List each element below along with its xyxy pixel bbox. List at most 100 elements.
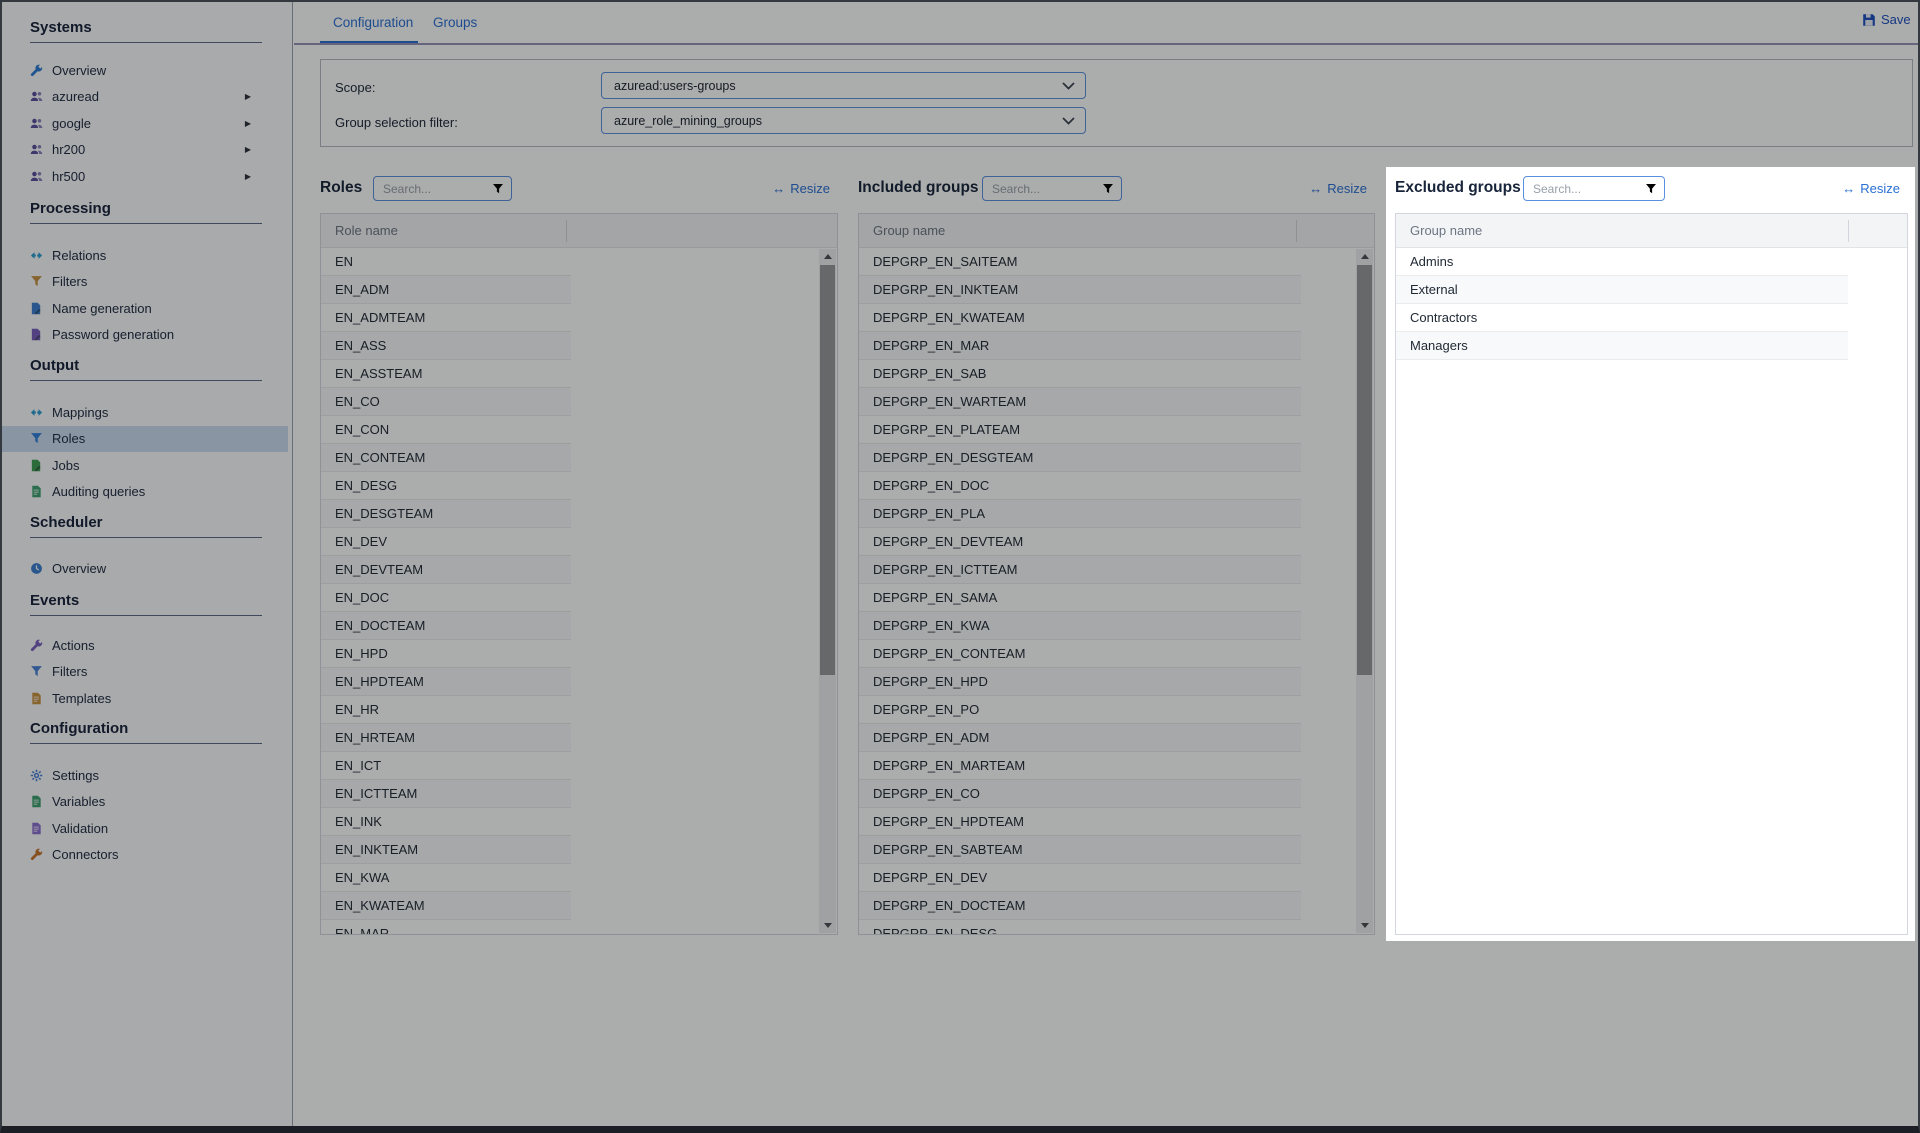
table-row[interactable]: DEPGRP_EN_CONTEAM: [859, 640, 1301, 668]
table-row[interactable]: EN_ICT: [321, 752, 571, 780]
table-row[interactable]: EN_CON: [321, 416, 571, 444]
filter-funnel-icon[interactable]: [1645, 183, 1657, 195]
excluded-groups-panel-title: Excluded groups: [1395, 179, 1521, 197]
table-row[interactable]: EN_ASSTEAM: [321, 360, 571, 388]
sidebar-item-relations[interactable]: Relations: [0, 242, 293, 268]
sidebar-item-mappings[interactable]: Mappings: [0, 399, 293, 425]
filter-funnel-icon[interactable]: [492, 183, 504, 195]
table-row[interactable]: DEPGRP_EN_DEV: [859, 864, 1301, 892]
included-groups-search-input[interactable]: [982, 176, 1122, 201]
scroll-up-button[interactable]: [819, 249, 836, 264]
table-row[interactable]: EN_KWATEAM: [321, 892, 571, 920]
excluded-groups-search-input[interactable]: [1523, 176, 1665, 201]
sidebar-item-connectors[interactable]: Connectors: [0, 842, 293, 868]
table-row[interactable]: EN_INKTEAM: [321, 836, 571, 864]
table-row[interactable]: EN_HPD: [321, 640, 571, 668]
sidebar-item-azuread[interactable]: azuread▶: [0, 84, 293, 110]
table-row[interactable]: DEPGRP_EN_KWA: [859, 612, 1301, 640]
table-row[interactable]: EN_DEVTEAM: [321, 556, 571, 584]
table-row[interactable]: EN_KWA: [321, 864, 571, 892]
table-row[interactable]: DEPGRP_EN_WARTEAM: [859, 388, 1301, 416]
table-row[interactable]: EN_ADMTEAM: [321, 304, 571, 332]
sidebar-item-label: Overview: [52, 561, 106, 576]
scroll-down-button[interactable]: [819, 918, 836, 933]
table-row[interactable]: DEPGRP_EN_KWATEAM: [859, 304, 1301, 332]
roles-resize-button[interactable]: ↔Resize: [772, 181, 830, 196]
table-row[interactable]: DEPGRP_EN_ADM: [859, 724, 1301, 752]
sidebar-item-roles[interactable]: Roles: [0, 426, 288, 452]
sidebar-item-filters[interactable]: Filters: [0, 659, 293, 685]
sidebar-item-jobs[interactable]: Jobs: [0, 452, 293, 478]
table-row[interactable]: EN_CONTEAM: [321, 444, 571, 472]
table-row[interactable]: DEPGRP_EN_MARTEAM: [859, 752, 1301, 780]
table-row[interactable]: EN_INK: [321, 808, 571, 836]
table-row[interactable]: Managers: [1396, 332, 1848, 360]
table-row[interactable]: EN_ASS: [321, 332, 571, 360]
sidebar-item-filters[interactable]: Filters: [0, 269, 293, 295]
sidebar-item-actions[interactable]: Actions: [0, 632, 293, 658]
table-row[interactable]: DEPGRP_EN_HPD: [859, 668, 1301, 696]
table-row[interactable]: DEPGRP_EN_DEVTEAM: [859, 528, 1301, 556]
scroll-up-button[interactable]: [1356, 249, 1373, 264]
table-row[interactable]: EN_ADM: [321, 276, 571, 304]
table-row[interactable]: EN_MAR: [321, 920, 571, 934]
save-button[interactable]: Save: [1862, 12, 1911, 27]
table-row[interactable]: DEPGRP_EN_SAMA: [859, 584, 1301, 612]
table-row[interactable]: EN_DEV: [321, 528, 571, 556]
table-row[interactable]: DEPGRP_EN_SAITEAM: [859, 248, 1301, 276]
table-row[interactable]: DEPGRP_EN_PLATEAM: [859, 416, 1301, 444]
table-row[interactable]: EN_ICTTEAM: [321, 780, 571, 808]
roles-scrollbar[interactable]: [819, 249, 836, 933]
table-row[interactable]: DEPGRP_EN_DOC: [859, 472, 1301, 500]
sidebar-item-hr200[interactable]: hr200▶: [0, 137, 293, 163]
table-row[interactable]: EN_HR: [321, 696, 571, 724]
sidebar-item-validation[interactable]: Validation: [0, 815, 293, 841]
sidebar-item-settings[interactable]: Settings: [0, 762, 293, 788]
sidebar-item-hr500[interactable]: hr500▶: [0, 163, 293, 189]
table-row[interactable]: DEPGRP_EN_DESG: [859, 920, 1301, 934]
sidebar-item-auditing-queries[interactable]: Auditing queries: [0, 479, 293, 505]
included-groups-resize-button[interactable]: ↔Resize: [1309, 181, 1367, 196]
sidebar-item-label: Connectors: [52, 847, 118, 862]
scrollbar-thumb[interactable]: [1357, 265, 1372, 675]
table-row[interactable]: EN_DOC: [321, 584, 571, 612]
sidebar-item-variables[interactable]: Variables: [0, 789, 293, 815]
table-row[interactable]: DEPGRP_EN_DESGTEAM: [859, 444, 1301, 472]
tab-groups[interactable]: Groups: [433, 15, 477, 30]
table-row[interactable]: DEPGRP_EN_PO: [859, 696, 1301, 724]
table-row[interactable]: EN_DESG: [321, 472, 571, 500]
table-row[interactable]: EN_CO: [321, 388, 571, 416]
sidebar-item-overview[interactable]: Overview: [0, 57, 293, 83]
table-row[interactable]: EN_HPDTEAM: [321, 668, 571, 696]
table-row[interactable]: EN_DOCTEAM: [321, 612, 571, 640]
row-label: Contractors: [1410, 310, 1477, 325]
table-row[interactable]: DEPGRP_EN_CO: [859, 780, 1301, 808]
table-row[interactable]: External: [1396, 276, 1848, 304]
table-row[interactable]: DEPGRP_EN_PLA: [859, 500, 1301, 528]
scroll-down-button[interactable]: [1356, 918, 1373, 933]
table-row[interactable]: DEPGRP_EN_MAR: [859, 332, 1301, 360]
sidebar-item-overview[interactable]: Overview: [0, 555, 293, 581]
tab-configuration[interactable]: Configuration: [333, 15, 413, 30]
excluded-groups-resize-button[interactable]: ↔Resize: [1842, 181, 1900, 196]
sidebar-item-templates[interactable]: Templates: [0, 685, 293, 711]
table-row[interactable]: EN_DESGTEAM: [321, 500, 571, 528]
table-row[interactable]: DEPGRP_EN_ICTTEAM: [859, 556, 1301, 584]
included-groups-scrollbar[interactable]: [1356, 249, 1373, 933]
filter-funnel-icon[interactable]: [1102, 183, 1114, 195]
table-row[interactable]: EN: [321, 248, 571, 276]
scope-dropdown[interactable]: azuread:users-groups: [601, 72, 1086, 99]
table-row[interactable]: EN_HRTEAM: [321, 724, 571, 752]
sidebar-item-name-generation[interactable]: Name generation: [0, 295, 293, 321]
table-row[interactable]: Admins: [1396, 248, 1848, 276]
table-row[interactable]: Contractors: [1396, 304, 1848, 332]
sidebar-item-google[interactable]: google▶: [0, 110, 293, 136]
scrollbar-thumb[interactable]: [820, 265, 835, 675]
sidebar-item-password-generation[interactable]: Password generation: [0, 322, 293, 348]
table-row[interactable]: DEPGRP_EN_HPDTEAM: [859, 808, 1301, 836]
group-selection-filter-dropdown[interactable]: azure_role_mining_groups: [601, 107, 1086, 134]
table-row[interactable]: DEPGRP_EN_INKTEAM: [859, 276, 1301, 304]
table-row[interactable]: DEPGRP_EN_SABTEAM: [859, 836, 1301, 864]
table-row[interactable]: DEPGRP_EN_DOCTEAM: [859, 892, 1301, 920]
table-row[interactable]: DEPGRP_EN_SAB: [859, 360, 1301, 388]
